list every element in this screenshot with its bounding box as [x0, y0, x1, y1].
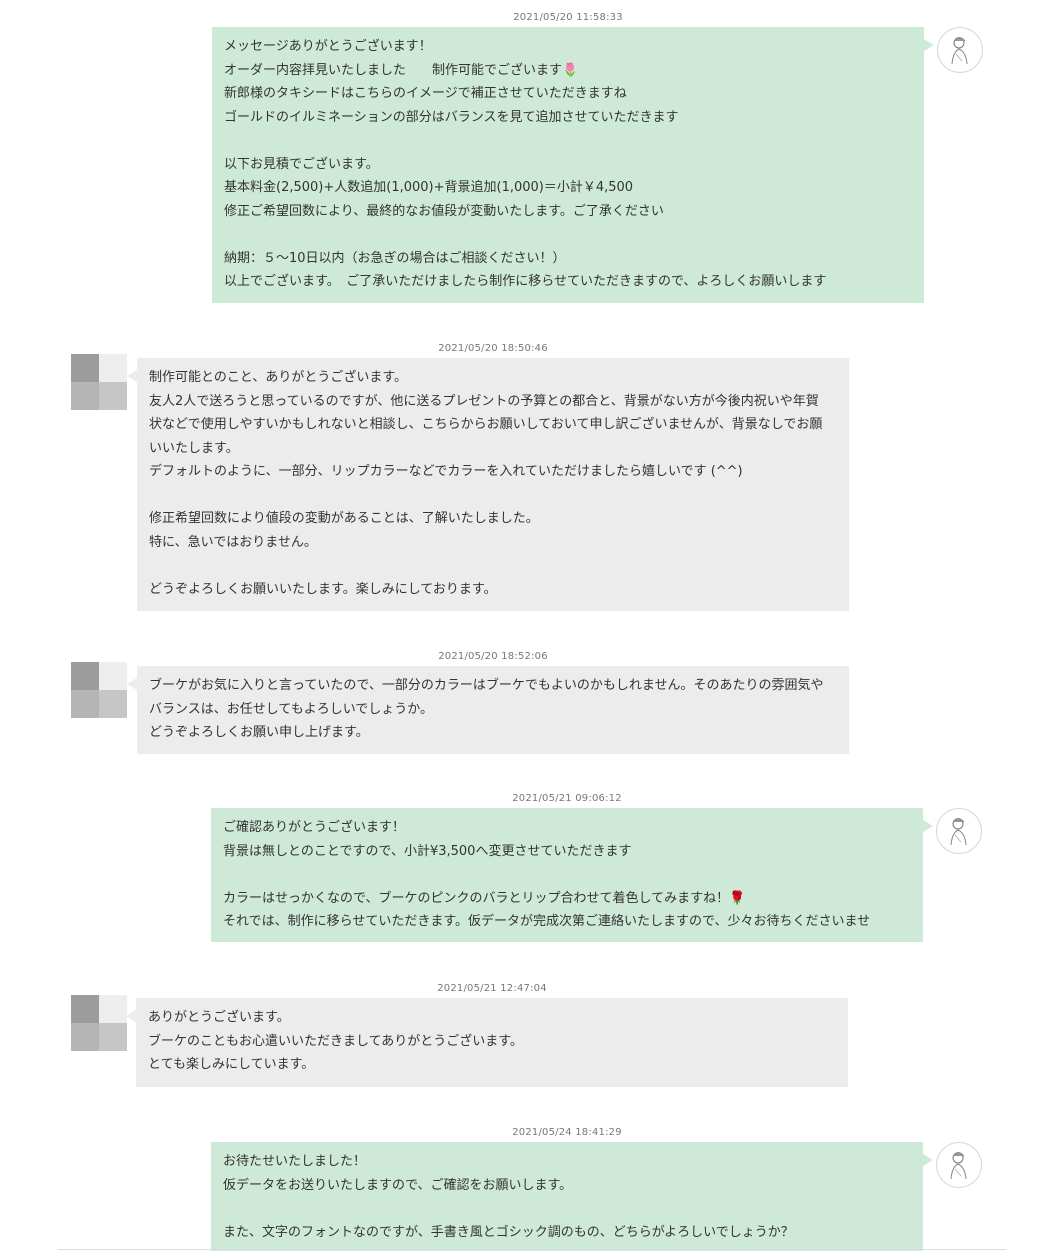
message-bubble-mine: お待たせいたしました！ 仮データをお送りいたしますので、ご確認をお願いします。 …: [211, 1142, 933, 1251]
message-bubble-client: 制作可能とのこと、ありがとうございます。 友人2人で送ろうと思っているのですが、…: [127, 358, 849, 611]
illustrated-woman-avatar-icon: [950, 818, 967, 846]
message-timestamp: 2021/05/20 18:52:06: [438, 651, 548, 662]
message-bubble-mine: メッセージありがとうございます！ オーダー内容拝見いたしました 制作可能でござい…: [212, 27, 934, 303]
avatar[interactable]: [936, 808, 982, 854]
avatar[interactable]: [71, 995, 127, 1051]
illustrated-woman-avatar-icon: [950, 1152, 967, 1180]
avatar[interactable]: [71, 354, 127, 410]
message-bubble-client: ブーケがお気に入りと言っていたので、一部分のカラーはブーケでもよいのかもしれませ…: [127, 666, 849, 754]
pixelated-avatar-icon: [71, 354, 99, 382]
pixelated-avatar-icon: [71, 995, 99, 1023]
avatar[interactable]: [936, 1142, 982, 1188]
illustrated-woman-avatar-icon: [951, 37, 968, 65]
message-timestamp: 2021/05/21 09:06:12: [512, 793, 622, 804]
message-bubble-client: ありがとうございます。 ブーケのこともお心遣いいただきましてありがとうございます…: [126, 998, 848, 1087]
message-timestamp: 2021/05/24 18:41:29: [512, 1127, 622, 1138]
message-bubble-mine: ご確認ありがとうございます！ 背景は無しとのことですので、小計¥3,500へ変更…: [211, 808, 933, 942]
message-timestamp: 2021/05/21 12:47:04: [437, 983, 547, 994]
message-timestamp: 2021/05/20 18:50:46: [438, 343, 548, 354]
avatar[interactable]: [937, 27, 983, 73]
message-thread[interactable]: 2021/05/20 11:58:33 メッセージありがとうございます！ オーダ…: [0, 0, 1064, 1251]
message-timestamp: 2021/05/20 11:58:33: [513, 12, 623, 23]
avatar[interactable]: [71, 662, 127, 718]
divider: [58, 1249, 1006, 1250]
pixelated-avatar-icon: [71, 662, 99, 690]
